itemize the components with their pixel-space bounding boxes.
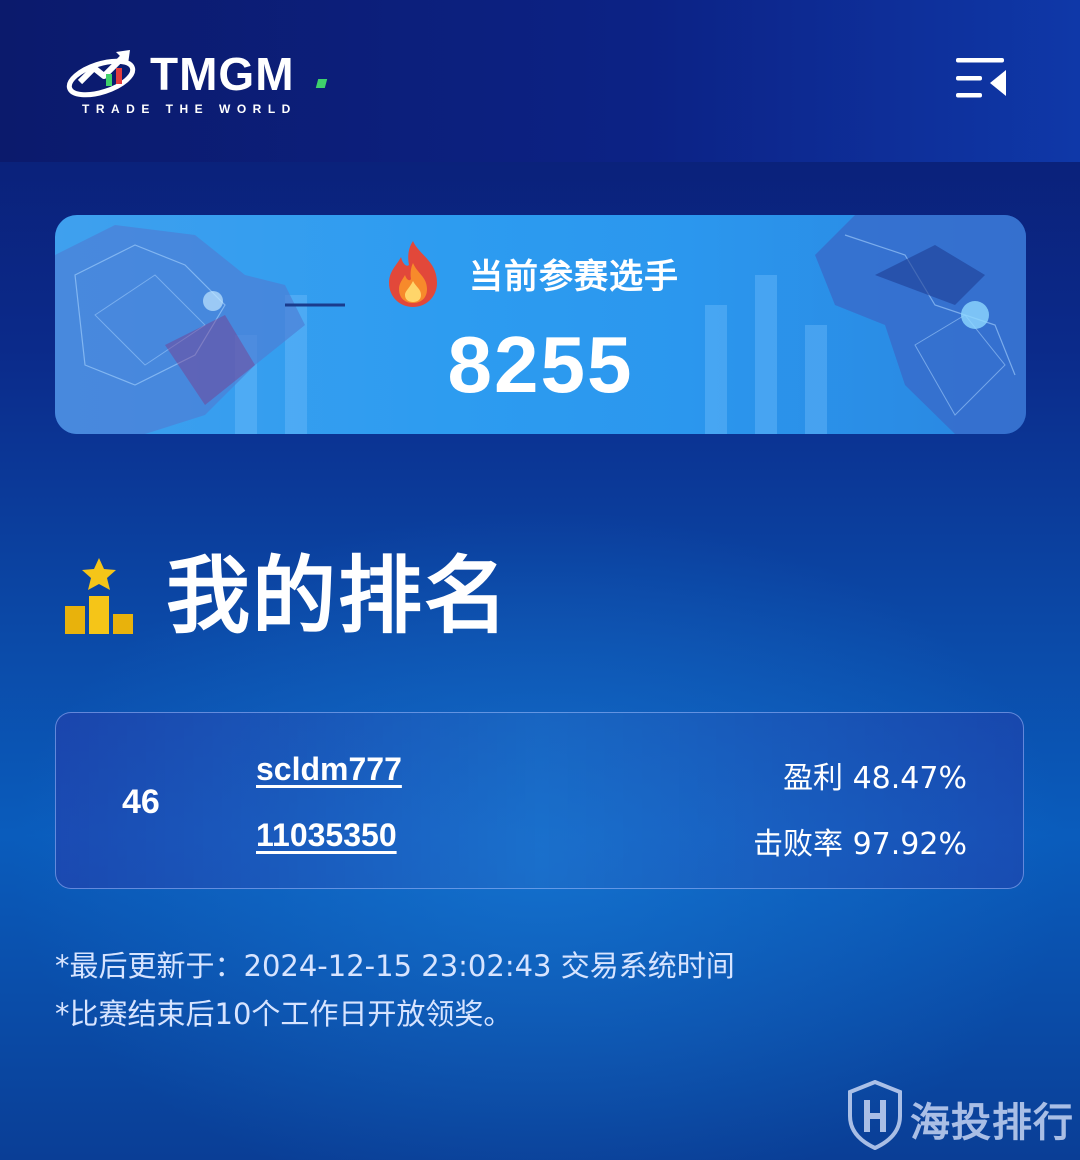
logo-chart-icon [66, 50, 136, 98]
beat-rate-value: 击败率 97.92% [753, 827, 967, 862]
watermark-text: 海投排行 [910, 1100, 1074, 1146]
rank-number: 46 [122, 783, 160, 821]
my-ranking-card: 46 scldm777 11035350 盈利 48.47% 击败率 97.92… [55, 712, 1024, 889]
top-header: TMGM TRADE THE WORLD [0, 0, 1080, 162]
account-number-link[interactable]: 11035350 [256, 817, 397, 854]
menu-button[interactable] [952, 52, 1010, 104]
profit-value: 盈利 48.47% [783, 761, 967, 796]
footnotes: *最后更新于：2024-12-15 23:02:43 交易系统时间 *比赛结束后… [55, 942, 735, 1038]
watermark: 海投排行 [846, 1080, 1076, 1152]
prize-notice: *比赛结束后10个工作日开放领奖。 [55, 997, 513, 1031]
logo-tagline: TRADE THE WORLD [82, 102, 297, 116]
menu-collapse-icon [956, 58, 1006, 98]
tmgm-logo[interactable]: TMGM TRADE THE WORLD [66, 46, 336, 126]
logo-dot [315, 79, 328, 88]
username-link[interactable]: scldm777 [256, 751, 402, 788]
participants-title: 当前参赛选手 [469, 257, 679, 297]
last-updated-note: *最后更新于：2024-12-15 23:02:43 交易系统时间 [55, 949, 735, 983]
participants-banner: 当前参赛选手 8255 [55, 215, 1026, 434]
fire-icon [389, 241, 437, 307]
my-ranking-title: 我的排名 [166, 547, 511, 645]
podium-star-icon [65, 558, 133, 634]
logo-wordmark: TMGM [150, 48, 295, 100]
participants-count: 8255 [447, 320, 634, 409]
shield-h-icon [848, 1080, 902, 1150]
